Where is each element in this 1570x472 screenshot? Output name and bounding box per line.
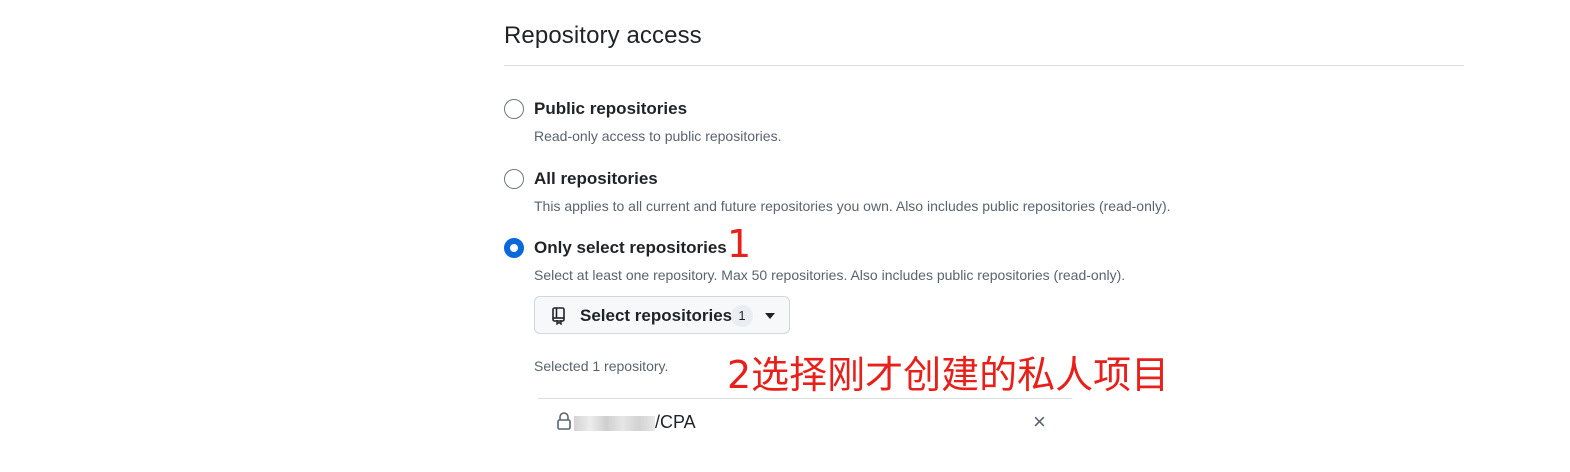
radio-public-repositories[interactable]: [504, 99, 524, 119]
remove-repo-close-icon[interactable]: ×: [1033, 409, 1046, 435]
option-desc-public-repositories: Read-only access to public repositories.: [534, 128, 782, 144]
selected-count-badge: 1: [731, 305, 753, 327]
option-desc-all-repositories: This applies to all current and future r…: [534, 198, 1171, 214]
option-label-only-select-repositories[interactable]: Only select repositories: [534, 238, 727, 258]
lock-icon: [556, 411, 572, 436]
radio-all-repositories[interactable]: [504, 169, 524, 189]
redacted-owner-name: [574, 416, 655, 431]
annotation-step-1: 1: [727, 222, 752, 266]
section-title: Repository access: [504, 22, 702, 49]
section-divider: [504, 65, 1464, 66]
select-repositories-button[interactable]: Select repositories 1: [534, 296, 790, 334]
selected-repo-name: /CPA: [655, 412, 696, 432]
radio-only-select-repositories[interactable]: [504, 238, 524, 258]
selected-summary: Selected 1 repository.: [534, 358, 669, 374]
option-desc-only-select-repositories: Select at least one repository. Max 50 r…: [534, 267, 1126, 283]
option-label-all-repositories[interactable]: All repositories: [534, 169, 658, 189]
caret-down-icon: [765, 313, 775, 319]
select-repositories-label: Select repositories: [580, 306, 733, 325]
repo-list-divider: [538, 398, 1072, 399]
repo-icon: [551, 307, 567, 330]
option-label-public-repositories[interactable]: Public repositories: [534, 99, 687, 119]
annotation-step-2: 2选择刚才创建的私人项目: [727, 353, 1170, 397]
